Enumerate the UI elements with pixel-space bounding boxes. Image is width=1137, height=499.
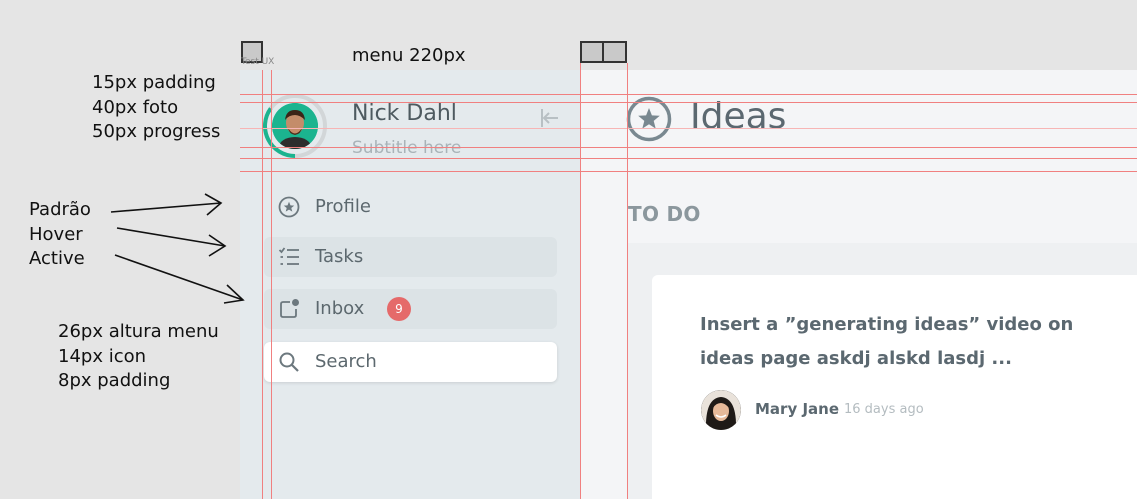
timestamp: 16 days ago (844, 402, 924, 417)
page-title: Ideas (690, 96, 787, 137)
search-icon (279, 352, 299, 372)
star-circle-icon (278, 196, 300, 218)
menu-item-label: Inbox (315, 298, 365, 319)
author-avatar (701, 390, 741, 430)
menu-item-label: Tasks (315, 246, 364, 267)
menu-width-note: menu 220px (352, 45, 466, 66)
search-input[interactable]: Search (264, 342, 557, 382)
menu-item-profile[interactable]: Profile (264, 187, 557, 227)
user-subtitle: Subtitle here (352, 138, 462, 158)
user-name: Nick Dahl (352, 101, 457, 126)
author-name: Mary Jane (755, 400, 840, 418)
menu-item-tasks[interactable]: Tasks (264, 237, 557, 277)
card-text: Insert a ”generating ideas” video on ide… (700, 314, 1074, 369)
menu-item-inbox[interactable]: Inbox 9 (264, 289, 557, 329)
menu-item-label: Search (315, 351, 377, 372)
spec-notes: 26px altura menu 14px icon 8px padding (58, 320, 219, 394)
inbox-icon (280, 299, 299, 318)
section-title: TO DO (628, 202, 701, 226)
menu-item-label: Profile (315, 196, 371, 217)
unread-badge: 9 (387, 297, 411, 321)
two-column-toggle[interactable] (580, 41, 627, 63)
spec-note: 26px altura menu (58, 321, 219, 342)
checklist-icon (278, 247, 299, 265)
annotation-arrows (110, 193, 245, 304)
spec-note: 8px padding (58, 370, 171, 391)
spec-note: 14px icon (58, 345, 147, 367)
star-circle-icon (626, 96, 672, 142)
collapse-sidebar-icon[interactable] (538, 106, 562, 130)
avatar[interactable] (272, 103, 318, 149)
